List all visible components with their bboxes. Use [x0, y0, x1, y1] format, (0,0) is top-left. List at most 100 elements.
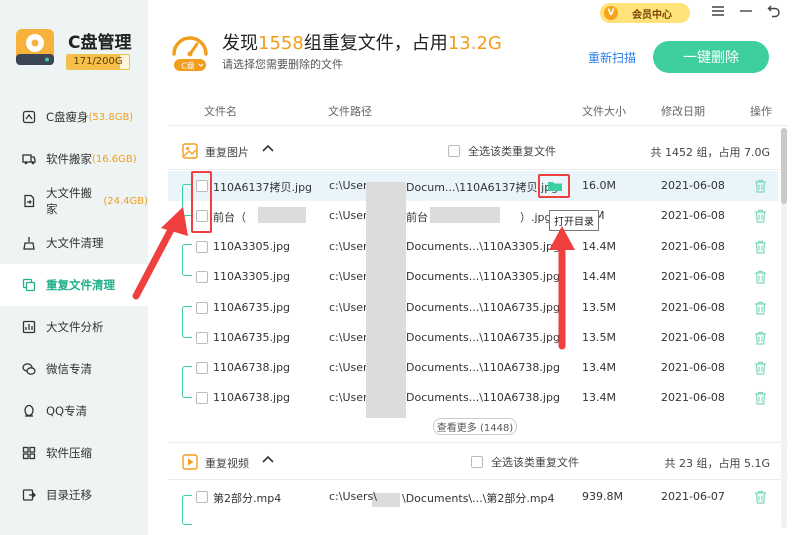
- sidebar-item-label: 大文件分析: [46, 320, 104, 334]
- sidebar-item-label: 目录迁移: [46, 488, 92, 502]
- vip-label: 会员中心: [632, 9, 672, 21]
- vip-center-button[interactable]: V 会员中心: [600, 3, 690, 23]
- collapse-icon[interactable]: [262, 453, 274, 466]
- table-row[interactable]: 110A6735.jpg c:\Users Documents...\110A6…: [168, 293, 778, 323]
- trash-icon[interactable]: [754, 209, 767, 223]
- file-size: 13.5M: [582, 331, 616, 344]
- column-header-name: 文件名: [204, 104, 237, 118]
- sidebar-item-size: (53.8GB): [88, 111, 134, 123]
- file-size: 13.4M: [582, 361, 616, 374]
- sidebar-item-label: 重复文件清理: [46, 278, 115, 292]
- group-header-videos: 重复视频 全选该类重复文件 共 23 组，占用 5.1G: [168, 442, 788, 480]
- file-date: 2021-06-08: [661, 391, 725, 404]
- file-size: 16.0M: [582, 179, 616, 192]
- table-header: 文件名 文件路径 文件大小 修改日期 操作: [168, 96, 788, 126]
- table-row[interactable]: 110A6735.jpg c:\Users Documents...\110A6…: [168, 323, 778, 353]
- page-title: 发现1558组重复文件，占用13.2G: [222, 29, 502, 55]
- image-icon: [182, 143, 198, 159]
- file-date: 2021-06-07: [661, 490, 725, 503]
- column-header-path: 文件路径: [328, 104, 372, 118]
- column-header-operation: 操作: [750, 104, 772, 118]
- select-all-checkbox[interactable]: [448, 145, 460, 157]
- file-path-tail: Docum...\110A6137拷贝.jpg: [406, 181, 559, 194]
- table-row[interactable]: 110A6738.jpg c:\Users Documents...\110A6…: [168, 383, 778, 413]
- file-move-icon: [22, 194, 36, 208]
- video-icon: [182, 454, 198, 470]
- trash-icon[interactable]: [754, 240, 767, 254]
- redaction-block: [258, 207, 306, 223]
- menu-icon[interactable]: [710, 3, 726, 19]
- file-path-ext: ）.jpg: [520, 211, 552, 224]
- sidebar-item-qq-clean[interactable]: QQ专清: [0, 390, 148, 432]
- sidebar-item-label: 大文件清理: [46, 236, 104, 250]
- group-header-images: 重复图片 全选该类重复文件 共 1452 组，占用 7.0G: [168, 132, 788, 170]
- sidebar-item-software-compress[interactable]: 软件压缩: [0, 432, 148, 474]
- sidebar-item-label: 大文件搬家: [46, 186, 92, 216]
- file-size: 13.4M: [582, 391, 616, 404]
- file-path-tail: Documents...\110A6735.jpg: [406, 301, 560, 314]
- file-path: c:\Users\: [329, 490, 377, 503]
- row-checkbox[interactable]: [196, 332, 208, 344]
- row-checkbox[interactable]: [196, 362, 208, 374]
- file-size: 939.8M: [582, 490, 623, 503]
- sidebar-item-c-slim[interactable]: C盘瘦身 (53.8GB): [0, 96, 148, 138]
- scrollbar-thumb[interactable]: [781, 128, 787, 204]
- select-all-videos[interactable]: 全选该类重复文件: [471, 454, 579, 470]
- sidebar-item-wechat-clean[interactable]: 微信专清: [0, 348, 148, 390]
- rescan-link[interactable]: 重新扫描: [588, 49, 636, 66]
- trash-icon[interactable]: [754, 391, 767, 405]
- sidebar-item-large-file-analysis[interactable]: 大文件分析: [0, 306, 148, 348]
- trash-icon[interactable]: [754, 331, 767, 345]
- sidebar-item-label: C盘瘦身: [46, 110, 89, 124]
- file-size: 13.5M: [582, 301, 616, 314]
- back-icon[interactable]: [766, 3, 782, 19]
- file-name: 110A6738.jpg: [213, 361, 291, 374]
- select-all-checkbox[interactable]: [471, 456, 483, 468]
- trash-icon[interactable]: [754, 361, 767, 375]
- row-checkbox[interactable]: [196, 241, 208, 253]
- trash-icon[interactable]: [754, 490, 767, 504]
- sidebar-item-large-file-clean[interactable]: 大文件清理: [0, 222, 148, 264]
- redaction-block: [430, 207, 500, 223]
- sidebar-item-label: 微信专清: [46, 362, 92, 376]
- broom-icon: [22, 110, 36, 124]
- app-title: C盘管理: [68, 33, 132, 53]
- file-path-tail: \Documents\...\第2部分.mp4: [402, 492, 555, 505]
- sidebar-item-size: (16.6GB): [92, 153, 137, 165]
- sidebar-item-large-file-move[interactable]: 大文件搬家 (24.4GB): [0, 180, 148, 222]
- column-header-size: 文件大小: [582, 104, 626, 118]
- row-checkbox[interactable]: [196, 491, 208, 503]
- annotation-checkbox-highlight: [191, 171, 212, 233]
- file-date: 2021-06-08: [661, 361, 725, 374]
- collapse-icon[interactable]: [262, 142, 274, 155]
- minimize-icon[interactable]: [738, 3, 754, 19]
- row-checkbox[interactable]: [196, 392, 208, 404]
- file-date: 2021-06-08: [661, 270, 725, 283]
- table-row[interactable]: 110A3305.jpg c:\Users Documents...\110A3…: [168, 262, 778, 292]
- page-subtitle: 请选择您需要删除的文件: [222, 58, 343, 71]
- table-row[interactable]: 第2部分.mp4 c:\Users\ \Documents\...\第2部分.m…: [168, 482, 778, 512]
- sidebar: C盘管理 171/200G C盘瘦身 (53.8GB) 软件搬家 (16.6GB) …: [0, 0, 148, 535]
- file-date: 2021-06-08: [661, 209, 725, 222]
- table-row[interactable]: 110A6738.jpg c:\Users Documents...\110A6…: [168, 353, 778, 383]
- view-more-button[interactable]: 查看更多 (1448): [433, 418, 517, 435]
- total-size: 13.2G: [447, 33, 502, 54]
- trash-icon[interactable]: [754, 179, 767, 193]
- one-click-delete-button[interactable]: 一键删除: [653, 41, 769, 73]
- analysis-icon: [22, 320, 36, 334]
- sidebar-item-software-move[interactable]: 软件搬家 (16.6GB): [0, 138, 148, 180]
- sidebar-item-duplicate-clean[interactable]: 重复文件清理: [0, 264, 148, 306]
- truck-icon: [22, 152, 36, 166]
- row-checkbox[interactable]: [196, 302, 208, 314]
- table-row[interactable]: 110A6137拷贝.jpg c:\Users Docum...\110A613…: [168, 171, 778, 201]
- sidebar-item-label: 软件压缩: [46, 446, 92, 460]
- sidebar-item-directory-move[interactable]: 目录迁移: [0, 474, 148, 516]
- select-all-images[interactable]: 全选该类重复文件: [448, 143, 556, 159]
- sidebar-item-label: QQ专清: [46, 404, 88, 418]
- trash-icon[interactable]: [754, 270, 767, 284]
- table-row[interactable]: 110A3305.jpg c:\Users Documents...\110A3…: [168, 232, 778, 262]
- file-path-tail: Documents...\110A6738.jpg: [406, 391, 560, 404]
- file-name: 110A6738.jpg: [213, 391, 291, 404]
- row-checkbox[interactable]: [196, 271, 208, 283]
- trash-icon[interactable]: [754, 301, 767, 315]
